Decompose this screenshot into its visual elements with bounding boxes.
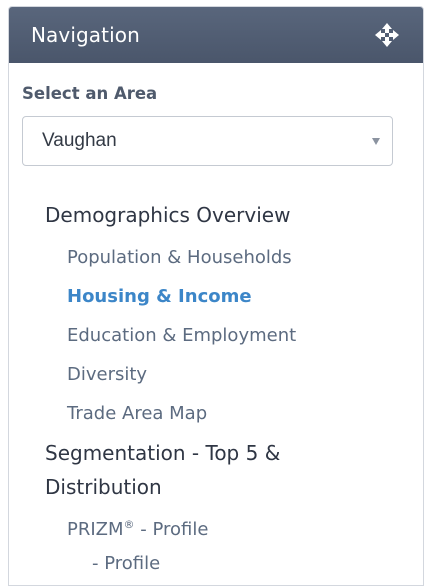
prizm-name: PRIZM xyxy=(67,519,124,540)
move-arrows-icon[interactable] xyxy=(375,23,399,47)
nav-housing-income[interactable]: Housing & Income xyxy=(67,286,252,307)
nav-diversity[interactable]: Diversity xyxy=(67,364,147,385)
registered-mark: ® xyxy=(123,518,135,531)
nav-segmentation-line1[interactable]: Segmentation - Top 5 & xyxy=(45,441,280,465)
nav-demographics-overview[interactable]: Demographics Overview xyxy=(45,203,290,227)
panel-title: Navigation xyxy=(31,23,140,47)
nav-prizm-profile[interactable]: PRIZM® - Profile xyxy=(67,519,208,540)
select-area-label: Select an Area xyxy=(22,84,158,103)
nav-segmentation-line2[interactable]: Distribution xyxy=(45,475,162,499)
prizm-suffix: - Profile xyxy=(134,519,209,540)
nav-sub-profile[interactable]: - Profile xyxy=(92,553,160,574)
area-select-value: Vaughan xyxy=(42,130,117,151)
area-select[interactable]: Vaughan xyxy=(22,116,393,166)
panel-header[interactable]: Navigation xyxy=(9,7,423,63)
nav-population-households[interactable]: Population & Households xyxy=(67,247,292,268)
nav-education-employment[interactable]: Education & Employment xyxy=(67,325,296,346)
chevron-down-icon xyxy=(372,138,380,145)
nav-trade-area-map[interactable]: Trade Area Map xyxy=(67,403,207,424)
